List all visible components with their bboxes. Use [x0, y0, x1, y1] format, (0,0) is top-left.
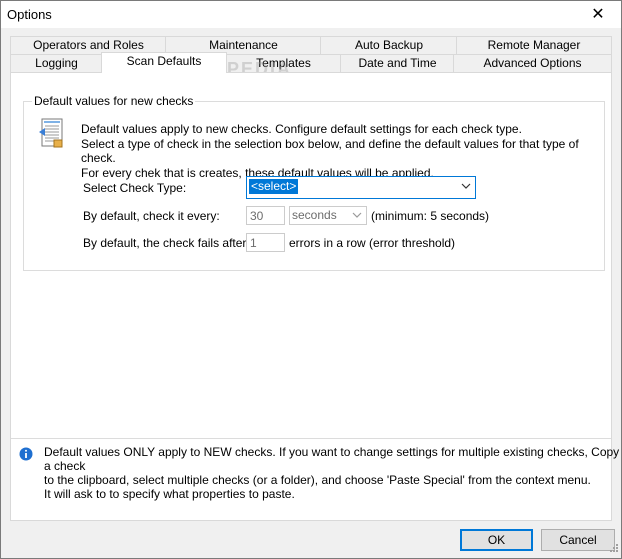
- resize-grip[interactable]: [609, 542, 619, 556]
- interval-unit-select[interactable]: seconds: [289, 206, 367, 225]
- check-type-label: Select Check Type:: [83, 181, 187, 195]
- group-label: Default values for new checks: [32, 94, 196, 108]
- tab-date-and-time[interactable]: Date and Time: [340, 54, 455, 72]
- group-description: Default values apply to new checks. Conf…: [81, 122, 604, 180]
- chevron-down-icon: [352, 208, 362, 222]
- title-bar: Options ✕: [1, 1, 621, 28]
- interval-input[interactable]: 30: [246, 206, 285, 225]
- fails-label: By default, the check fails after:: [83, 236, 250, 250]
- info-line: It will ask to to specify what propertie…: [44, 487, 295, 501]
- interval-note: (minimum: 5 seconds): [371, 209, 490, 223]
- tab-advanced-options[interactable]: Advanced Options: [453, 54, 612, 72]
- close-icon: ✕: [591, 6, 605, 23]
- ok-button[interactable]: OK: [460, 529, 533, 551]
- info-icon: [19, 447, 33, 464]
- info-text: Default values ONLY apply to NEW checks.…: [44, 445, 621, 501]
- info-separator: [11, 438, 611, 439]
- description-line: Select a type of check in the selection …: [81, 136, 579, 166]
- document-icon: [38, 118, 64, 151]
- tab-scan-defaults[interactable]: Scan Defaults: [101, 52, 227, 73]
- default-values-group: Default values for new checks Default va…: [23, 94, 605, 271]
- tab-remote-manager[interactable]: Remote Manager: [456, 36, 612, 54]
- tab-auto-backup[interactable]: Auto Backup: [320, 36, 458, 54]
- check-type-value: <select>: [249, 179, 299, 194]
- interval-unit-value: seconds: [292, 208, 337, 222]
- description-line: Default values apply to new checks. Conf…: [81, 122, 522, 136]
- fails-note: errors in a row (error threshold): [289, 236, 456, 250]
- window-title: Options: [7, 7, 52, 22]
- info-line: to the clipboard, select multiple checks…: [44, 473, 591, 487]
- tab-row-front: Logging Scan Defaults Templates Date and…: [10, 52, 612, 73]
- interval-label: By default, check it every:: [83, 209, 220, 223]
- info-line: Default values ONLY apply to NEW checks.…: [44, 445, 620, 473]
- tab-logging[interactable]: Logging: [10, 54, 103, 72]
- fails-input[interactable]: 1: [246, 233, 285, 252]
- close-button[interactable]: ✕: [575, 1, 621, 28]
- options-window: Options ✕ Operators and Roles Maintenanc…: [0, 0, 622, 559]
- chevron-down-icon: [461, 179, 471, 193]
- cancel-button[interactable]: Cancel: [541, 529, 615, 551]
- check-type-select[interactable]: <select>: [246, 176, 476, 199]
